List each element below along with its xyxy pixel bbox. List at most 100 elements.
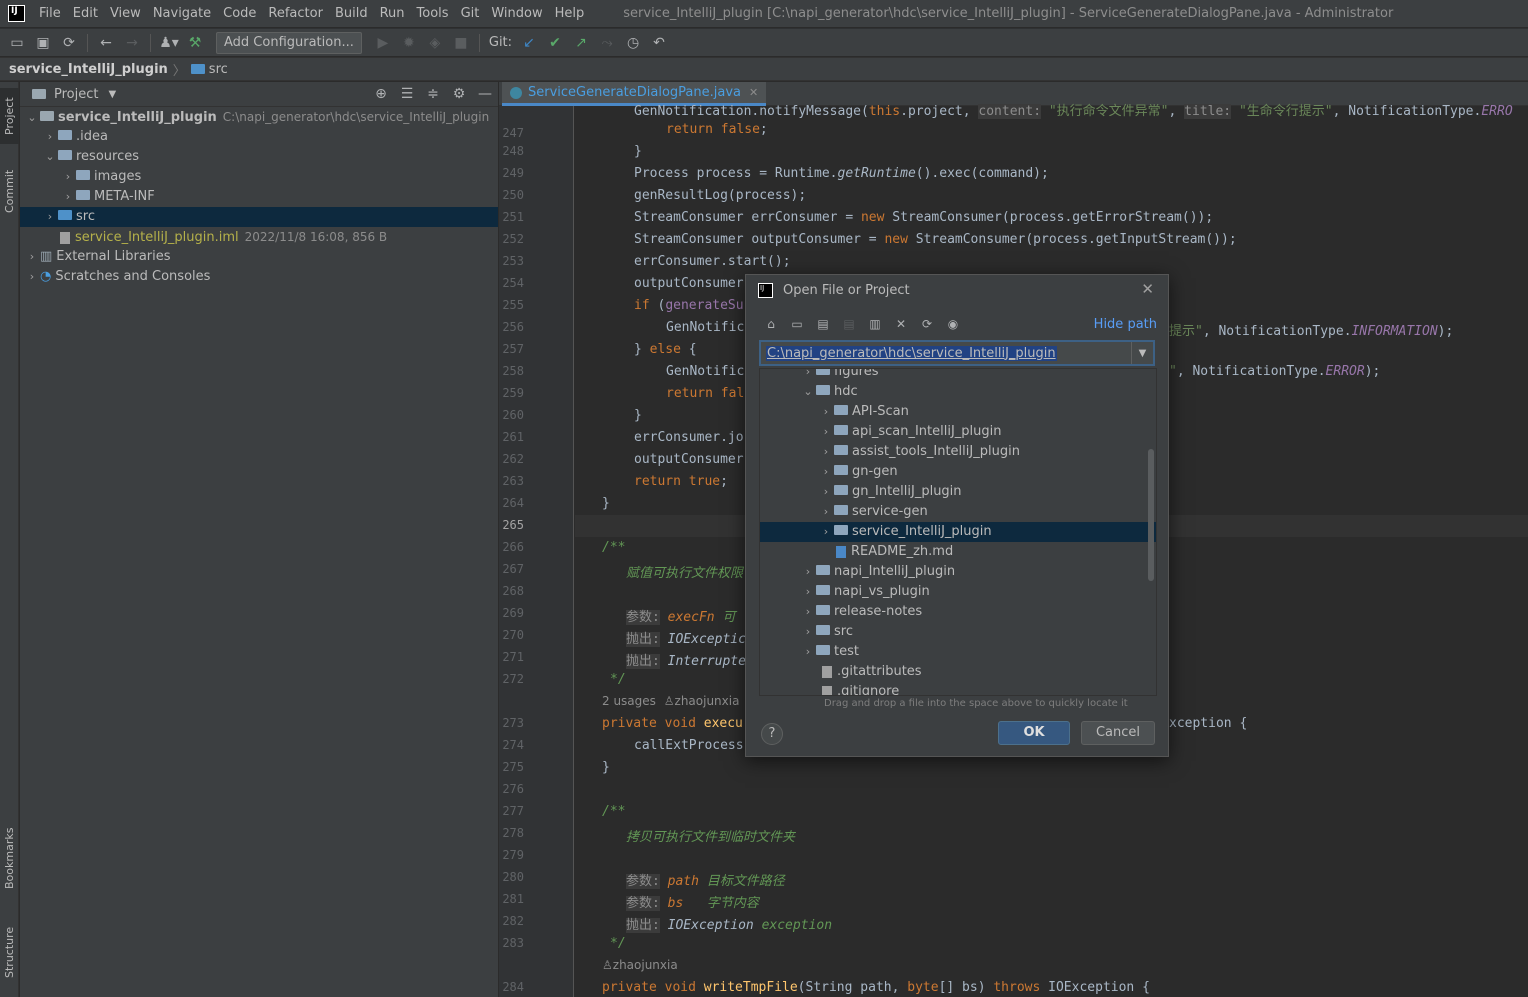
chevron-right-icon[interactable]: › bbox=[24, 267, 40, 287]
chevron-right-icon[interactable]: › bbox=[800, 602, 816, 622]
tree-row-external-libraries[interactable]: › ▥ External Libraries bbox=[20, 247, 498, 267]
minimize-icon[interactable]: — bbox=[472, 86, 498, 102]
git-push-icon[interactable]: ↗ bbox=[571, 33, 591, 53]
sync-icon[interactable]: ⟳ bbox=[59, 33, 79, 53]
project-folder-icon[interactable]: ▤ bbox=[812, 315, 834, 333]
menu-tools[interactable]: Tools bbox=[411, 6, 455, 21]
tree-row-project-root[interactable]: ⌄ service_IntelliJ_plugin C:\napi_generato… bbox=[20, 107, 498, 127]
author-hint[interactable]: zhaojunxia bbox=[675, 694, 740, 708]
chevron-right-icon[interactable]: › bbox=[800, 369, 816, 382]
chevron-right-icon[interactable]: › bbox=[818, 402, 834, 422]
locate-target-icon[interactable]: ⊕ bbox=[368, 86, 394, 102]
cancel-button[interactable]: Cancel bbox=[1081, 721, 1155, 745]
collapse-all-icon[interactable]: ≑ bbox=[420, 86, 446, 102]
expand-all-icon[interactable]: ☰ bbox=[394, 86, 420, 102]
chevron-right-icon[interactable]: › bbox=[818, 482, 834, 502]
close-icon[interactable]: ✕ bbox=[1141, 280, 1154, 298]
dlg-tree-row-api-scan-plugin[interactable]: › api_scan_IntelliJ_plugin bbox=[760, 422, 1156, 442]
dlg-tree-row-gitattributes[interactable]: .gitattributes bbox=[760, 662, 1156, 682]
forward-arrow-icon[interactable]: → bbox=[122, 33, 142, 53]
dlg-tree-row-service-plugin[interactable]: › service_IntelliJ_plugin bbox=[760, 522, 1156, 542]
dlg-tree-row-gn-gen[interactable]: › gn-gen bbox=[760, 462, 1156, 482]
menu-window[interactable]: Window bbox=[485, 6, 548, 21]
tree-row-src[interactable]: › src bbox=[20, 207, 498, 227]
chevron-right-icon[interactable]: › bbox=[800, 582, 816, 602]
delete-icon[interactable]: ✕ bbox=[890, 315, 912, 333]
menu-git[interactable]: Git bbox=[455, 6, 486, 21]
ok-button[interactable]: OK bbox=[998, 721, 1070, 745]
chevron-right-icon[interactable]: › bbox=[60, 187, 76, 207]
chevron-right-icon[interactable]: › bbox=[24, 247, 40, 267]
home-icon[interactable]: ⌂ bbox=[760, 315, 782, 333]
git-commit-check-icon[interactable]: ✔ bbox=[545, 33, 565, 53]
help-button[interactable]: ? bbox=[761, 723, 783, 745]
back-arrow-icon[interactable]: ← bbox=[96, 33, 116, 53]
chevron-right-icon[interactable]: › bbox=[818, 522, 834, 542]
tree-row-idea[interactable]: › .idea bbox=[20, 127, 498, 147]
coverage-icon[interactable]: ◈ bbox=[425, 33, 445, 53]
git-merge-icon[interactable]: ⤳ bbox=[597, 33, 617, 53]
show-hidden-icon[interactable]: ◉ bbox=[942, 315, 964, 333]
tree-row-iml[interactable]: service_IntelliJ_plugin.iml 2022/11/8 16:… bbox=[20, 227, 498, 247]
gear-icon[interactable]: ⚙ bbox=[446, 86, 472, 102]
tree-scrollbar[interactable] bbox=[1148, 449, 1154, 581]
close-icon[interactable]: ✕ bbox=[749, 86, 758, 99]
tree-row-meta-inf[interactable]: › META-INF bbox=[20, 187, 498, 207]
chevron-down-icon[interactable]: ⌄ bbox=[42, 147, 58, 167]
menu-navigate[interactable]: Navigate bbox=[147, 6, 217, 21]
desktop-icon[interactable]: ▭ bbox=[786, 315, 808, 333]
stripe-tab-structure[interactable]: Structure bbox=[0, 916, 19, 988]
dlg-tree-row-gitignore[interactable]: .gitignore bbox=[760, 682, 1156, 695]
path-combobox[interactable]: C:\napi_generator\hdc\service_IntelliJ_p… bbox=[759, 340, 1155, 366]
menu-help[interactable]: Help bbox=[549, 6, 591, 21]
run-icon[interactable]: ▶ bbox=[373, 33, 393, 53]
dlg-tree-row-napi-vs[interactable]: › napi_vs_plugin bbox=[760, 582, 1156, 602]
code-vision-hint-2[interactable]: ♙zhaojunxia bbox=[602, 958, 678, 973]
dlg-tree-row-test[interactable]: › test bbox=[760, 642, 1156, 662]
stripe-tab-bookmarks[interactable]: Bookmarks bbox=[0, 818, 19, 898]
menu-edit[interactable]: Edit bbox=[67, 6, 104, 21]
debug-icon[interactable]: ✹ bbox=[399, 33, 419, 53]
file-chooser-tree[interactable]: › figures ⌄ hdc › API-Scan › api_scan_Intell… bbox=[759, 368, 1157, 696]
build-hammer-icon[interactable]: ⚒ bbox=[185, 33, 205, 53]
dlg-tree-row-service-gen[interactable]: › service-gen bbox=[760, 502, 1156, 522]
project-panel-title[interactable]: Project bbox=[54, 87, 98, 102]
add-configuration-button[interactable]: Add Configuration... bbox=[216, 31, 362, 54]
tree-row-images[interactable]: › images bbox=[20, 167, 498, 187]
menu-refactor[interactable]: Refactor bbox=[262, 6, 329, 21]
module-folder-icon[interactable]: ▤ bbox=[838, 315, 860, 333]
path-input[interactable]: C:\napi_generator\hdc\service_IntelliJ_p… bbox=[766, 345, 1057, 361]
chevron-right-icon[interactable]: › bbox=[818, 502, 834, 522]
dlg-tree-row-src[interactable]: › src bbox=[760, 622, 1156, 642]
stop-icon[interactable]: ■ bbox=[451, 33, 471, 53]
dlg-tree-row-gn-plugin[interactable]: › gn_IntelliJ_plugin bbox=[760, 482, 1156, 502]
new-folder-icon[interactable]: ▥ bbox=[864, 315, 886, 333]
dlg-tree-row-release-notes[interactable]: › release-notes bbox=[760, 602, 1156, 622]
chevron-right-icon[interactable]: › bbox=[818, 422, 834, 442]
chevron-right-icon[interactable]: › bbox=[800, 562, 816, 582]
git-history-clock-icon[interactable]: ◷ bbox=[623, 33, 643, 53]
chevron-right-icon[interactable]: › bbox=[60, 167, 76, 187]
chevron-down-icon[interactable]: ▼ bbox=[1131, 342, 1153, 364]
save-icon[interactable]: ▣ bbox=[33, 33, 53, 53]
chevron-right-icon[interactable]: › bbox=[42, 207, 58, 227]
git-rollback-icon[interactable]: ↶ bbox=[649, 33, 669, 53]
chevron-right-icon[interactable]: › bbox=[800, 642, 816, 662]
menu-view[interactable]: View bbox=[104, 6, 147, 21]
stripe-tab-project[interactable]: Project bbox=[0, 88, 19, 144]
open-folder-icon[interactable]: ▭ bbox=[7, 33, 27, 53]
dlg-tree-row-napi-plugin[interactable]: › napi_IntelliJ_plugin bbox=[760, 562, 1156, 582]
user-dropdown-icon[interactable]: ♟▾ bbox=[159, 33, 179, 53]
menu-file[interactable]: File bbox=[33, 6, 67, 21]
menu-build[interactable]: Build bbox=[329, 6, 374, 21]
menu-run[interactable]: Run bbox=[374, 6, 411, 21]
dlg-tree-row-api-scan[interactable]: › API-Scan bbox=[760, 402, 1156, 422]
chevron-down-icon[interactable]: ⌄ bbox=[800, 382, 816, 402]
chevron-down-icon[interactable]: ⌄ bbox=[24, 108, 40, 128]
dlg-tree-row-hdc[interactable]: ⌄ hdc bbox=[760, 382, 1156, 402]
dlg-tree-row-readme[interactable]: README_zh.md bbox=[760, 542, 1156, 562]
chevron-right-icon[interactable]: › bbox=[42, 127, 58, 147]
code-vision-hint[interactable]: 2 usages ♙zhaojunxia bbox=[602, 694, 739, 709]
chevron-right-icon[interactable]: › bbox=[818, 442, 834, 462]
dlg-tree-row-figures[interactable]: › figures bbox=[760, 369, 1156, 382]
